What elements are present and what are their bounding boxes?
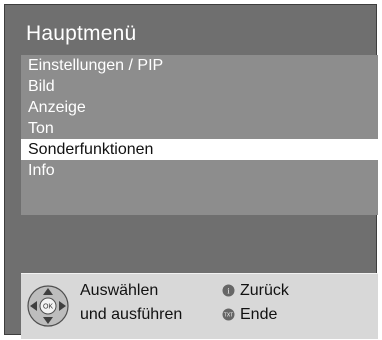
menu-item-info[interactable]: Info — [21, 160, 378, 181]
end-hint-label: Ende — [240, 306, 278, 323]
menu-item-ton[interactable]: Ton — [21, 118, 378, 139]
menu-item-anzeige[interactable]: Anzeige — [21, 97, 378, 118]
execute-hint-label: und ausführen — [80, 306, 183, 323]
menu-list: Einstellungen / PIP Bild Anzeige Ton Son… — [21, 55, 378, 215]
menu-title: Hauptmenü — [26, 22, 137, 45]
navigation-wheel-icon: OK — [27, 285, 69, 327]
select-hint-label: Auswählen — [80, 282, 159, 299]
menu-item-bild[interactable]: Bild — [21, 76, 378, 97]
back-hint-label: Zurück — [240, 282, 289, 299]
ok-label: OK — [43, 304, 53, 311]
menu-item-sonderfunktionen[interactable]: Sonderfunktionen — [21, 139, 378, 160]
main-menu-window: Hauptmenü Einstellungen / PIP Bild Anzei… — [4, 4, 378, 339]
info-button-icon: i — [222, 284, 235, 297]
txt-icon-text: TXT — [224, 313, 233, 319]
txt-button-icon: TXT — [222, 308, 235, 321]
footer-help-bar: OK Auswählen und ausführen i Zurück TXT … — [21, 273, 378, 339]
menu-item-einstellungen[interactable]: Einstellungen / PIP — [21, 55, 378, 76]
